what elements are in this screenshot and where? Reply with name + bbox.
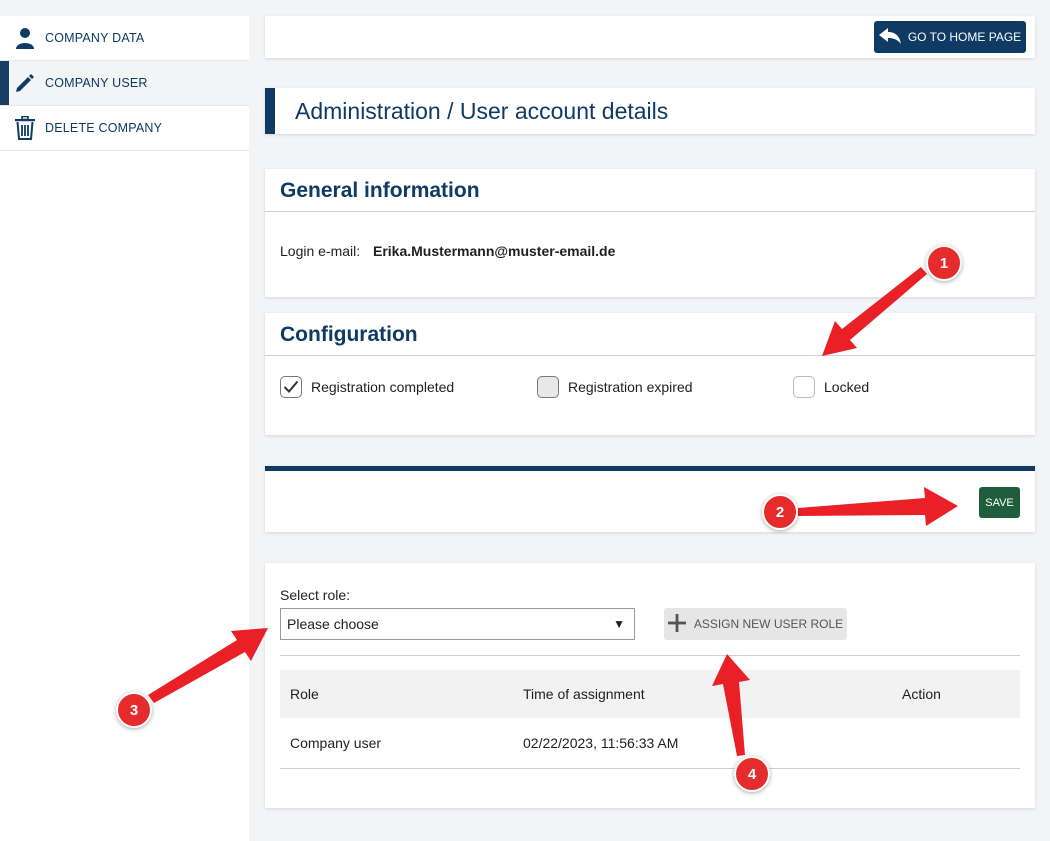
trash-icon xyxy=(14,116,36,140)
save-bar: SAVE xyxy=(265,466,1035,532)
top-bar: GO TO HOME PAGE xyxy=(265,16,1035,58)
reply-arrow-icon xyxy=(878,27,901,47)
home-button-label: GO TO HOME PAGE xyxy=(907,30,1022,44)
column-header-time: Time of assignment xyxy=(523,686,645,702)
divider xyxy=(265,211,1035,212)
general-information-section: General information Login e-mail: Erika.… xyxy=(265,169,1035,297)
locked-checkbox[interactable] xyxy=(793,376,815,398)
dropdown-arrow-icon: ▼ xyxy=(613,617,625,631)
sidebar: COMPANY DATA COMPANY USER DELETE COMPANY xyxy=(0,0,249,841)
sidebar-item-label: COMPANY DATA xyxy=(45,31,145,45)
login-email-value: Erika.Mustermann@muster-email.de xyxy=(373,243,616,259)
page-title: Administration / User account details xyxy=(295,98,669,124)
registration-expired-option[interactable]: Registration expired xyxy=(537,376,693,398)
locked-option[interactable]: Locked xyxy=(793,376,869,398)
sidebar-item-company-data[interactable]: COMPANY DATA xyxy=(0,16,249,61)
user-roles-section: Select role: Please choose ▼ ASSIGN NEW … xyxy=(265,563,1035,808)
registration-completed-checkbox[interactable] xyxy=(280,376,302,398)
login-email-label: Login e-mail: xyxy=(280,243,361,259)
sidebar-item-label: DELETE COMPANY xyxy=(45,121,163,135)
role-select-value: Please choose xyxy=(287,616,379,632)
assign-button-label: ASSIGN NEW USER ROLE xyxy=(693,617,844,631)
role-cell: Company user xyxy=(290,735,382,751)
checkmark-icon xyxy=(283,380,299,393)
configuration-section: Configuration Registration completed Reg… xyxy=(265,313,1035,435)
column-header-action: Action xyxy=(902,686,941,702)
role-select[interactable]: Please choose ▼ xyxy=(280,608,635,640)
assign-new-user-role-button[interactable]: ASSIGN NEW USER ROLE xyxy=(664,608,847,640)
table-row: Company user 02/22/2023, 11:56:33 AM xyxy=(280,719,1020,767)
person-icon xyxy=(14,26,36,50)
registration-completed-option[interactable]: Registration completed xyxy=(280,376,454,398)
go-to-home-page-button[interactable]: GO TO HOME PAGE xyxy=(874,21,1026,53)
select-role-label: Select role: xyxy=(280,587,351,603)
page-title-card: Administration / User account details xyxy=(265,88,1035,134)
divider xyxy=(280,655,1020,656)
roles-table-header: Role Time of assignment Action xyxy=(280,670,1020,718)
checkbox-label: Registration expired xyxy=(568,379,693,395)
checkbox-label: Locked xyxy=(824,379,870,395)
sidebar-spacer xyxy=(0,0,249,16)
sidebar-item-company-user[interactable]: COMPANY USER xyxy=(0,61,249,106)
divider xyxy=(280,768,1020,769)
sidebar-item-delete-company[interactable]: DELETE COMPANY xyxy=(0,106,249,151)
time-cell: 02/22/2023, 11:56:33 AM xyxy=(523,735,679,751)
sidebar-item-label: COMPANY USER xyxy=(45,76,148,90)
plus-icon xyxy=(667,613,686,635)
section-title: Configuration xyxy=(280,323,418,346)
divider xyxy=(265,355,1035,356)
pencil-icon xyxy=(14,71,36,95)
checkbox-label: Registration completed xyxy=(311,379,455,395)
save-button[interactable]: SAVE xyxy=(979,487,1020,518)
section-title: General information xyxy=(280,179,480,202)
column-header-role: Role xyxy=(290,686,319,702)
registration-expired-checkbox[interactable] xyxy=(537,376,559,398)
